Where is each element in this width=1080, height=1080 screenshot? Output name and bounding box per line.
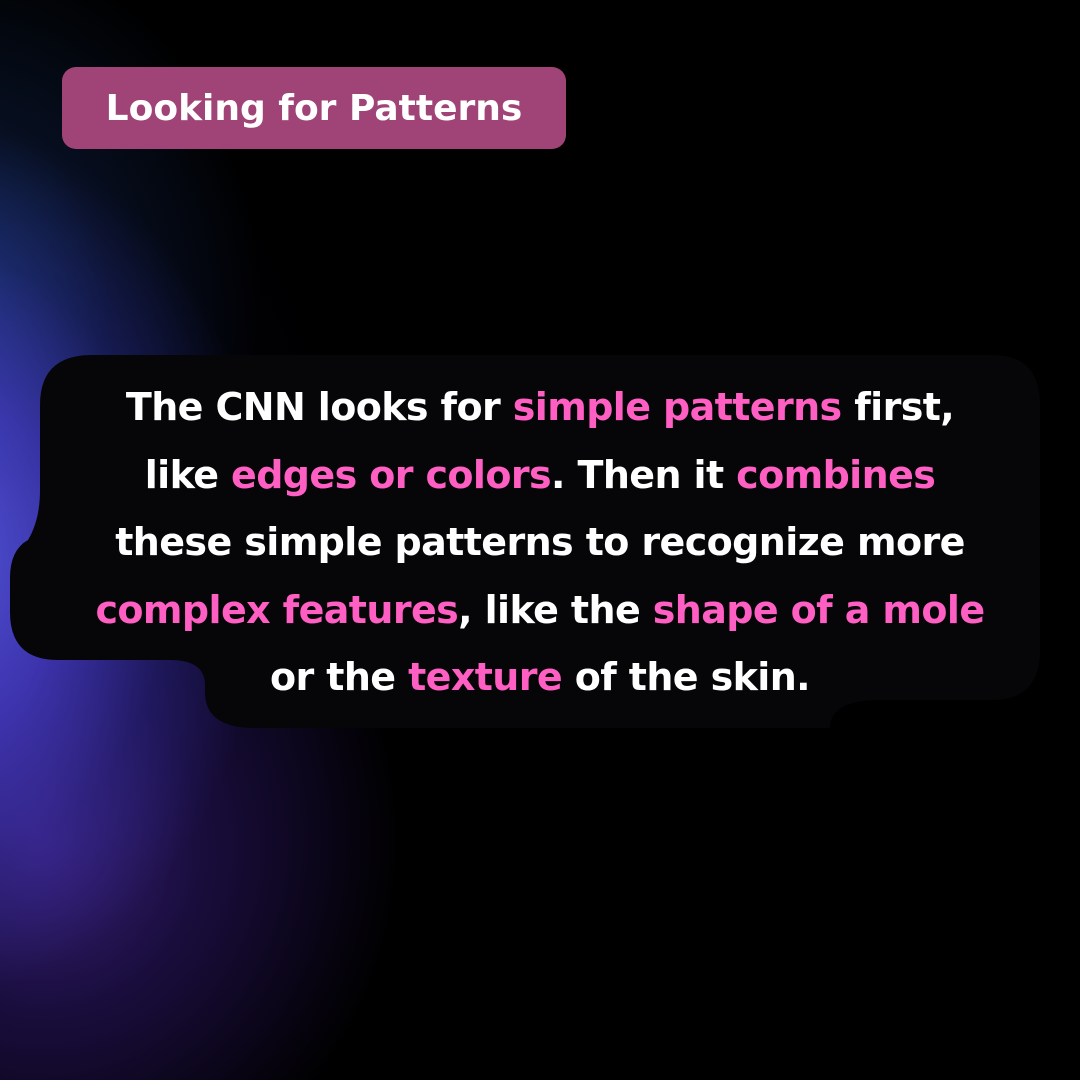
highlight-text: edges or colors [231,452,552,497]
body-text-segment: these simple patterns to recognize more [115,520,965,564]
slide-canvas: Looking for Patterns The CNN looks for s… [0,0,1080,1080]
body-text-segment: . Then it [551,452,737,497]
body-line: like edges or colors. Then it combines [40,442,1040,510]
highlight-text: shape of a mole [652,587,985,632]
body-paragraph: The CNN looks for simple patterns first,… [40,374,1040,712]
body-text-segment: like [144,452,232,497]
body-line: The CNN looks for simple patterns first, [40,374,1040,442]
body-text-segment: , like the [458,587,653,632]
highlight-text: simple patterns [512,385,842,429]
highlight-text: combines [736,452,936,497]
highlight-text: texture [408,655,563,699]
body-text-segment: of the skin. [562,655,811,699]
body-line: these simple patterns to recognize more [40,509,1040,577]
body-text-segment: or the [269,655,409,699]
body-line: or the texture of the skin. [40,644,1040,712]
body-text-segment: The CNN looks for [125,385,513,429]
highlight-text: complex features [95,587,459,632]
body-line: complex features, like the shape of a mo… [40,577,1040,645]
body-text-segment: first, [841,385,955,429]
